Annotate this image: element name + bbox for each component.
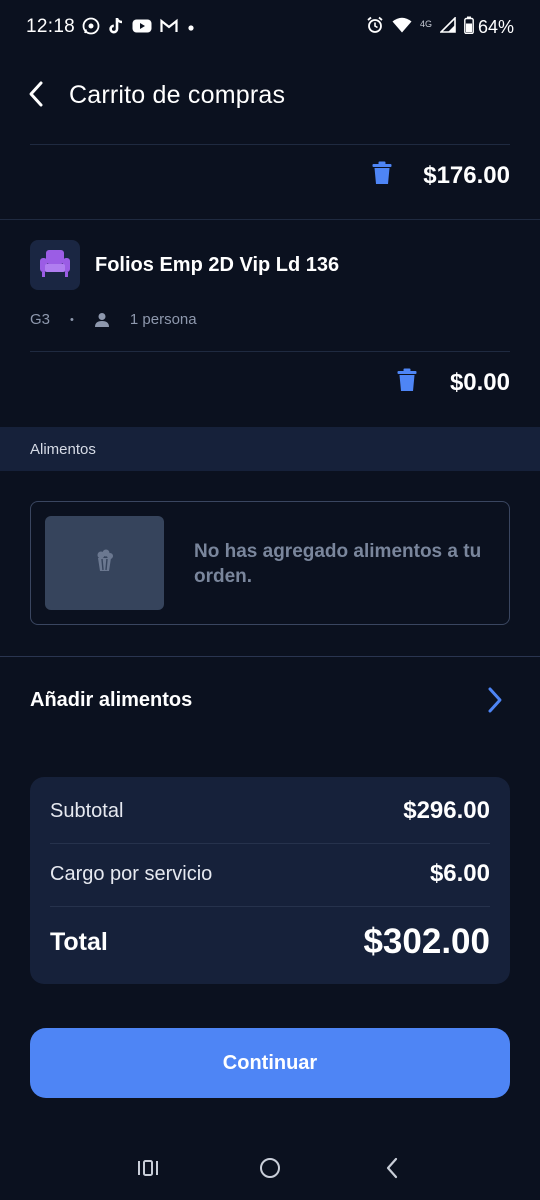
system-nav-bar — [0, 1140, 540, 1200]
divider — [50, 843, 490, 844]
system-back-button[interactable] — [378, 1156, 406, 1184]
back-button[interactable] — [20, 78, 52, 114]
signal-icon — [439, 16, 456, 38]
popcorn-icon — [95, 549, 115, 578]
wifi-icon — [392, 17, 412, 38]
armchair-icon — [39, 248, 71, 283]
subtotal-label: Subtotal — [50, 800, 124, 822]
add-food-button[interactable] — [480, 686, 510, 718]
whatsapp-icon — [82, 17, 100, 40]
divider — [0, 656, 540, 657]
person-icon — [94, 312, 110, 328]
trash-icon — [372, 161, 392, 190]
tiktok-icon — [108, 17, 124, 40]
meta-separator: • — [70, 313, 74, 326]
recent-apps-button[interactable] — [134, 1156, 162, 1184]
people-count: 1 persona — [129, 311, 197, 328]
ticket-meta: G3 • 1 persona — [30, 311, 197, 328]
subtotal-value: $296.00 — [403, 797, 490, 824]
item-price: $176.00 — [423, 162, 510, 189]
trash-icon — [397, 368, 417, 397]
empty-food-message: No has agregado alimentos a tu orden. — [194, 541, 482, 587]
chevron-left-icon — [27, 80, 45, 113]
ticket-price: $0.00 — [449, 369, 510, 396]
recents-icon — [137, 1159, 159, 1182]
total-value: $302.00 — [363, 922, 490, 961]
dot-icon — [186, 20, 196, 38]
continue-button[interactable]: Continuar — [30, 1028, 510, 1098]
network-type: 4G — [419, 18, 432, 29]
divider — [0, 219, 540, 220]
home-icon — [259, 1157, 281, 1184]
delete-item-button[interactable] — [368, 160, 396, 190]
service-fee-value: $6.00 — [429, 860, 490, 887]
section-label: Alimentos — [30, 441, 96, 458]
status-bar: 12:18 4G 64% — [0, 0, 540, 56]
service-fee-label: Cargo por servicio — [50, 863, 213, 885]
battery-level: 64% — [477, 17, 514, 37]
seat-badge — [30, 240, 80, 290]
divider — [30, 144, 510, 145]
page-title: Carrito de compras — [69, 81, 286, 109]
gmail-icon — [160, 18, 178, 39]
youtube-icon — [132, 18, 152, 39]
ticket-name: Folios Emp 2D Vip Ld 136 — [95, 254, 340, 276]
notification-icons — [82, 17, 196, 40]
add-food-link[interactable]: Añadir alimentos — [30, 689, 192, 712]
system-icons: 4G 64% — [366, 16, 514, 39]
divider — [50, 906, 490, 907]
total-label: Total — [50, 928, 108, 956]
back-icon — [385, 1157, 399, 1184]
home-button[interactable] — [256, 1156, 284, 1184]
food-thumbnail — [45, 516, 164, 610]
delete-ticket-button[interactable] — [393, 367, 421, 397]
divider — [30, 351, 510, 352]
battery-icon — [464, 16, 474, 39]
seat-number: G3 — [30, 311, 51, 328]
chevron-right-icon — [487, 686, 503, 719]
status-time: 12:18 — [26, 16, 76, 37]
alarm-icon — [366, 16, 384, 39]
